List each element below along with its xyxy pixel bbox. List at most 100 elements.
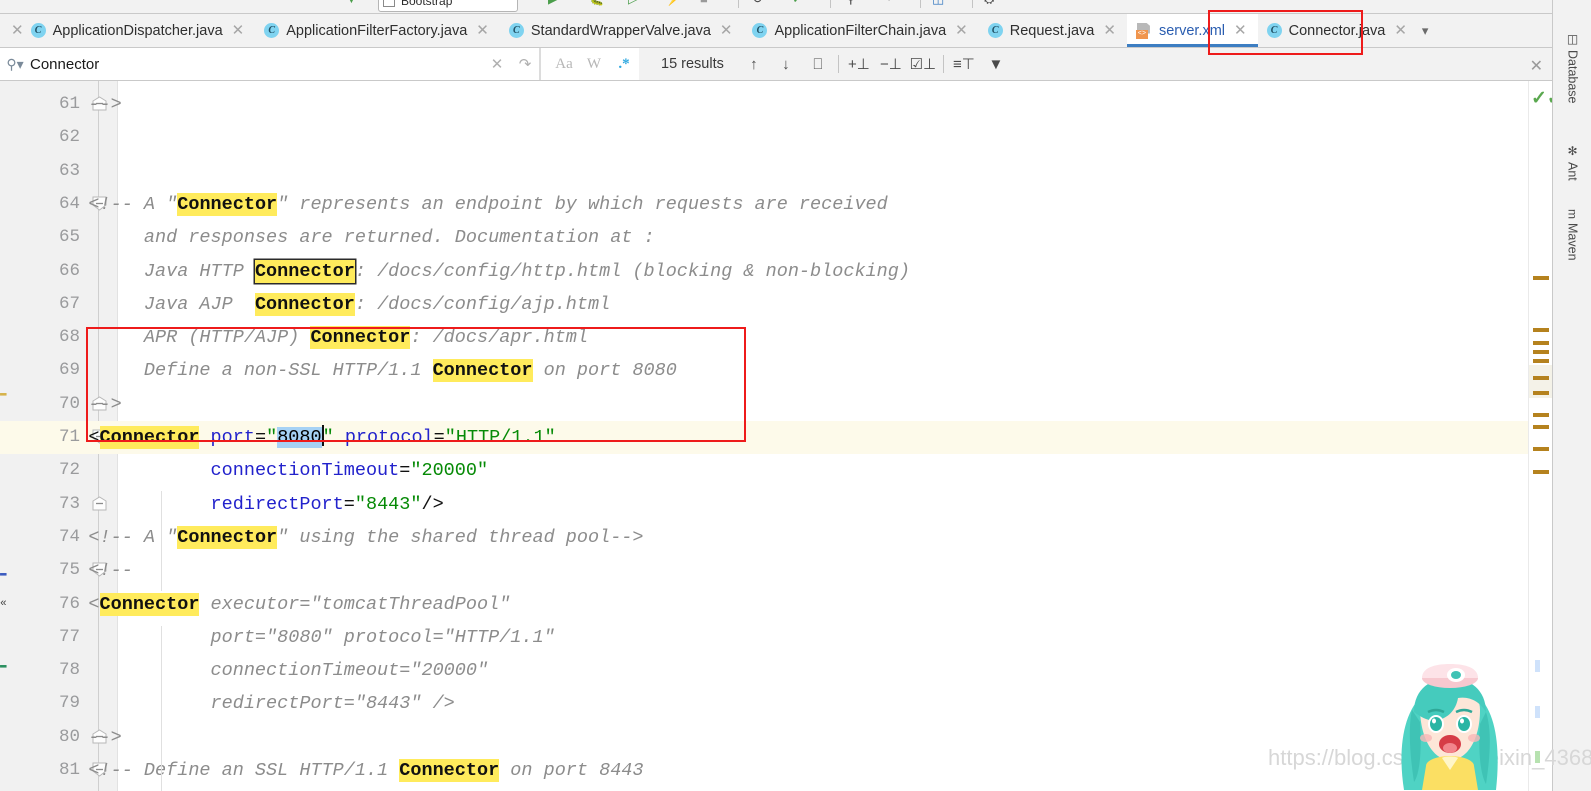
error-stripe-marker-column[interactable]	[1528, 81, 1553, 791]
find-next-button[interactable]: ↓	[770, 48, 802, 80]
search-result-marker[interactable]	[1533, 276, 1549, 281]
whole-words-toggle[interactable]: W	[579, 48, 609, 80]
settings-icon[interactable]: ⛭	[984, 0, 994, 6]
code-line-text[interactable]: and responses are returned. Documentatio…	[44, 221, 655, 254]
close-icon[interactable]: ✕	[718, 23, 735, 38]
select-all-occurrences-button[interactable]: ⎕	[802, 48, 834, 80]
rail-item-database[interactable]: ◫ Database	[1553, 28, 1591, 104]
code-line-text[interactable]: -->	[44, 88, 121, 121]
code-line-text[interactable]: APR (HTTP/AJP) Connector: /docs/apr.html	[44, 321, 588, 354]
filter-button[interactable]: ▼	[980, 48, 1012, 80]
filter-lines-button[interactable]: ≡⊤	[948, 48, 980, 80]
close-icon[interactable]: ✕	[1392, 23, 1409, 38]
regex-toggle[interactable]: .*	[609, 48, 639, 80]
code-token: APR (HTTP/AJP)	[44, 327, 311, 349]
code-line-text[interactable]: redirectPort="8443" />	[44, 687, 455, 720]
indent-guide	[161, 491, 162, 591]
tab-standardwrappervalve-java[interactable]: C StandardWrapperValve.java ✕	[500, 14, 744, 47]
code-token: <	[44, 427, 100, 448]
close-icon[interactable]: ✕	[230, 23, 247, 38]
line-number[interactable]: 63	[18, 155, 80, 188]
back-icon[interactable]: ↶	[886, 0, 897, 6]
run-icon[interactable]: ▶	[548, 0, 558, 6]
clear-icon[interactable]: ✕	[483, 48, 511, 80]
search-result-marker[interactable]	[1533, 391, 1549, 396]
find-previous-button[interactable]: ↑	[738, 48, 770, 80]
run-configuration-label: Bootstrap	[401, 0, 453, 8]
coverage-icon[interactable]: ▷	[628, 0, 638, 6]
close-icon[interactable]: ✕	[1232, 23, 1249, 38]
code-token: =	[433, 427, 445, 448]
tab-applicationfilterchain-java[interactable]: C ApplicationFilterChain.java ✕	[743, 14, 978, 47]
code-editor[interactable]: 61 --> 62 63 64 <!-- A "Connector" represen…	[0, 81, 1591, 791]
java-class-icon: C	[508, 23, 524, 38]
match-case-toggle[interactable]: Aa	[549, 48, 579, 80]
select-lines-button[interactable]: ☑⊥	[907, 48, 939, 80]
indent-guide	[161, 626, 162, 791]
search-dropdown-icon[interactable]: ⚲▾	[0, 56, 30, 73]
code-line-text[interactable]: connectionTimeout="20000"	[44, 654, 489, 687]
rail-label: Database	[1565, 50, 1580, 104]
change-marker[interactable]	[1535, 660, 1540, 673]
line-number[interactable]: 62	[18, 121, 80, 154]
build-icon[interactable]: ▼	[345, 0, 358, 6]
code-line-text[interactable]: <!-- A "Connector" represents an endpoin…	[44, 188, 888, 221]
code-token: redirectPort	[210, 493, 344, 515]
close-icon[interactable]: ✕	[9, 23, 26, 38]
search-match: Connector	[432, 359, 533, 383]
close-icon[interactable]: ✕	[953, 23, 970, 38]
code-line-text[interactable]: Java AJP Connector: /docs/config/ajp.htm…	[44, 288, 610, 321]
remove-line-button[interactable]: −⊥	[875, 48, 907, 80]
code-line-text[interactable]: -->	[44, 388, 121, 421]
debug-icon[interactable]: 🐛	[588, 0, 604, 6]
git-update-icon[interactable]: ↻	[752, 0, 763, 6]
code-token: " represents an endpoint by which reques…	[277, 193, 888, 215]
search-result-marker[interactable]	[1533, 341, 1549, 346]
search-result-marker[interactable]	[1533, 327, 1549, 332]
search-result-marker[interactable]	[1533, 469, 1549, 474]
search-result-marker[interactable]	[1533, 350, 1549, 355]
chevron-down-icon[interactable]: ▾	[1418, 14, 1437, 47]
code-line-text[interactable]: <!--	[44, 554, 132, 587]
layout-icon[interactable]: ◫	[932, 0, 944, 6]
search-result-marker[interactable]	[1533, 446, 1549, 451]
code-line-text[interactable]: <Connector executor="tomcatThreadPool"	[44, 588, 510, 621]
tab-server-xml[interactable]: <> server.xml ✕	[1126, 14, 1258, 47]
change-marker[interactable]	[1535, 705, 1540, 718]
search-result-marker[interactable]	[1533, 412, 1549, 417]
add-line-button[interactable]: +⊥	[843, 48, 875, 80]
code-line-text[interactable]: <Connector port="8080" protocol="HTTP/1.…	[44, 421, 556, 454]
search-result-marker[interactable]	[1533, 376, 1549, 381]
code-line-text[interactable]: <!-- Define an SSL HTTP/1.1 Connector on…	[44, 754, 644, 787]
tab-applicationfilterfactory-java[interactable]: C ApplicationFilterFactory.java ✕	[255, 14, 500, 47]
rail-item-maven[interactable]: m Maven	[1553, 205, 1591, 261]
tab-request-java[interactable]: C Request.java ✕	[979, 14, 1127, 47]
tab-connector-java[interactable]: C Connector.java ✕	[1258, 14, 1418, 47]
profile-icon[interactable]: ⚡	[665, 0, 681, 6]
code-line-text[interactable]: Define a non-SSL HTTP/1.1 Connector on p…	[44, 354, 677, 387]
search-result-marker[interactable]	[1533, 359, 1549, 364]
code-line-text[interactable]: connectionTimeout="20000"	[44, 454, 489, 487]
stop-icon[interactable]: ■	[700, 0, 708, 6]
close-icon[interactable]: ✕	[474, 23, 491, 38]
run-configuration-selector[interactable]: Bootstrap	[378, 0, 518, 12]
tab-label: ApplicationFilterFactory.java	[286, 22, 468, 39]
tab-applicationdispatcher-java[interactable]: ✕ C ApplicationDispatcher.java ✕	[0, 14, 255, 47]
close-findbar-icon[interactable]: ✕	[1530, 56, 1543, 76]
code-token: Java AJP	[44, 293, 255, 315]
code-token: port="8080" protocol="HTTP/1.1"	[44, 626, 555, 648]
close-icon[interactable]: ✕	[1101, 23, 1118, 38]
code-line-text[interactable]: port="8080" protocol="HTTP/1.1"	[44, 621, 555, 654]
code-line-text[interactable]: -->	[44, 721, 121, 754]
code-line-text[interactable]: <!-- A "Connector" using the shared thre…	[44, 521, 644, 554]
reset-icon[interactable]: ↷	[511, 48, 539, 80]
search-input[interactable]: ⚲▾ Connector ✕ ↷	[0, 48, 540, 80]
code-token: on port 8080	[532, 360, 677, 382]
search-match: Connector	[99, 426, 200, 449]
search-everywhere-icon[interactable]: ⚲	[846, 0, 856, 6]
code-line-text[interactable]: Java HTTP Connector: /docs/config/http.h…	[44, 255, 910, 288]
rail-item-ant[interactable]: ✻ Ant	[1553, 140, 1591, 181]
search-result-marker[interactable]	[1533, 425, 1549, 430]
code-line-text[interactable]: redirectPort="8443"/>	[44, 488, 444, 521]
git-commit-icon[interactable]: ✓	[792, 0, 803, 6]
